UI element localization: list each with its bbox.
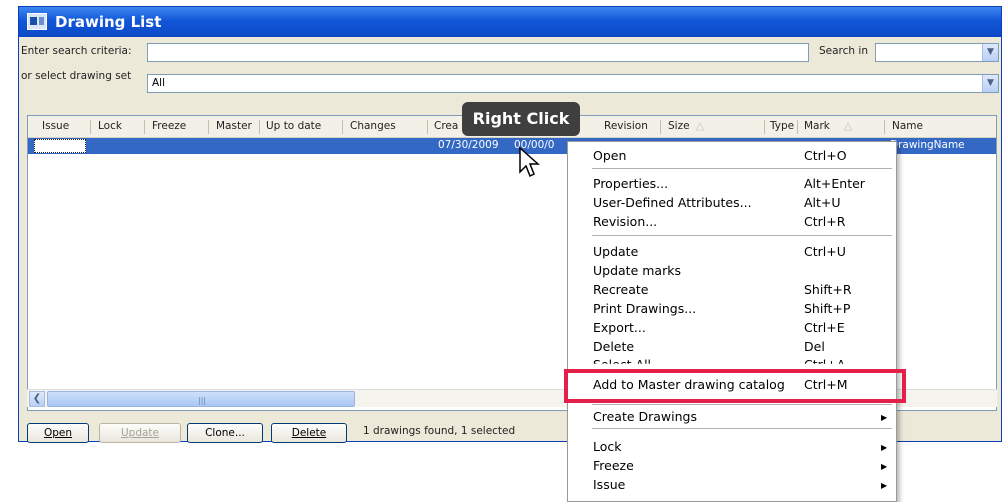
update-button[interactable]: Update <box>99 423 181 443</box>
menu-separator <box>592 428 892 429</box>
column-header-issue[interactable]: Issue <box>42 120 69 132</box>
submenu-arrow-icon: ▶ <box>881 413 888 422</box>
chevron-down-icon[interactable]: ▼ <box>982 44 998 61</box>
issue-cell-focus[interactable] <box>34 139 86 153</box>
window-title: Drawing List <box>55 13 162 31</box>
menu-item-create-drawings[interactable]: Create Drawings <box>593 409 697 424</box>
submenu-arrow-icon: ▶ <box>881 481 888 490</box>
column-header-size[interactable]: Size <box>668 120 690 132</box>
shortcut-delete: Del <box>804 339 825 354</box>
menu-item-update[interactable]: Update <box>593 244 638 259</box>
menu-item-revision[interactable]: Revision... <box>593 214 657 229</box>
column-header-mark[interactable]: Mark <box>804 120 830 132</box>
shortcut-properties: Alt+Enter <box>804 176 865 191</box>
scrollbar-thumb[interactable]: ||| <box>47 391 355 407</box>
menu-item-user-defined-attributes[interactable]: User-Defined Attributes... <box>593 195 752 210</box>
shortcut-recreate: Shift+R <box>804 282 852 297</box>
menu-item-delete[interactable]: Delete <box>593 339 634 354</box>
drawing-set-select[interactable]: All ▼ <box>147 74 999 93</box>
menu-separator <box>592 404 892 405</box>
scroll-left-icon[interactable]: ❮ <box>29 391 45 407</box>
menu-item-issue[interactable]: Issue <box>593 477 625 492</box>
title-bar[interactable]: Drawing List <box>19 7 1001 37</box>
drawing-set-value: All <box>152 77 166 89</box>
cell-name: DrawingName <box>890 139 965 151</box>
column-header-name[interactable]: Name <box>892 120 923 132</box>
column-header-changes[interactable]: Changes <box>350 120 396 132</box>
delete-button-label: Delete <box>291 427 327 439</box>
update-button-label: Update <box>120 427 160 439</box>
search-in-select[interactable]: ▼ <box>875 43 999 62</box>
menu-item-recreate[interactable]: Recreate <box>593 282 649 297</box>
grip-icon: ||| <box>198 396 207 405</box>
column-header-master[interactable]: Master <box>216 120 252 132</box>
menu-item-lock[interactable]: Lock <box>593 439 622 454</box>
menu-item-open[interactable]: Open <box>593 148 626 163</box>
shortcut-revision: Ctrl+R <box>804 214 846 229</box>
column-header-created[interactable]: Crea <box>434 120 458 132</box>
drawing-list-app-icon <box>27 13 47 30</box>
column-header-type[interactable]: Type <box>770 120 794 132</box>
shortcut-user-defined-attributes: Alt+U <box>804 195 841 210</box>
mouse-pointer-icon <box>519 146 540 178</box>
chevron-down-icon[interactable]: ▼ <box>982 75 998 92</box>
menu-separator <box>592 235 892 236</box>
status-text: 1 drawings found, 1 selected <box>363 425 516 437</box>
shortcut-print-drawings: Shift+P <box>804 301 851 316</box>
menu-item-properties[interactable]: Properties... <box>593 176 668 191</box>
drawing-set-label: or select drawing set <box>21 70 132 82</box>
context-menu: Open Ctrl+O Properties... Alt+Enter User… <box>567 141 897 502</box>
submenu-arrow-icon: ▶ <box>881 462 888 471</box>
open-button-label: Open <box>43 427 73 439</box>
shortcut-export: Ctrl+E <box>804 320 845 335</box>
column-header-lock[interactable]: Lock <box>98 120 122 132</box>
highlight-box <box>564 369 906 403</box>
search-criteria-input[interactable] <box>147 43 809 62</box>
submenu-arrow-icon: ▶ <box>881 443 888 452</box>
menu-item-freeze[interactable]: Freeze <box>593 458 634 473</box>
shortcut-open: Ctrl+O <box>804 148 847 163</box>
sort-indicator-icon: △ <box>696 120 705 132</box>
right-click-badge: Right Click <box>462 102 580 136</box>
column-header-revision[interactable]: Revision <box>604 120 648 132</box>
shortcut-update: Ctrl+U <box>804 244 846 259</box>
column-header-freeze[interactable]: Freeze <box>152 120 186 132</box>
clone-button[interactable]: Clone... <box>187 423 263 443</box>
cell-created: 07/30/2009 <box>438 139 499 151</box>
clone-button-label: Clone... <box>205 427 245 439</box>
column-header-up-to-date[interactable]: Up to date <box>266 120 321 132</box>
menu-item-update-marks[interactable]: Update marks <box>593 263 681 278</box>
delete-button[interactable]: Delete <box>271 423 347 443</box>
menu-item-print-drawings[interactable]: Print Drawings... <box>593 301 696 316</box>
search-criteria-label: Enter search criteria: <box>21 45 132 57</box>
menu-separator <box>592 168 892 169</box>
search-in-label: Search in <box>819 45 868 57</box>
menu-item-export[interactable]: Export... <box>593 320 646 335</box>
open-button[interactable]: Open <box>27 423 89 443</box>
sort-indicator-icon: △ <box>844 120 853 132</box>
